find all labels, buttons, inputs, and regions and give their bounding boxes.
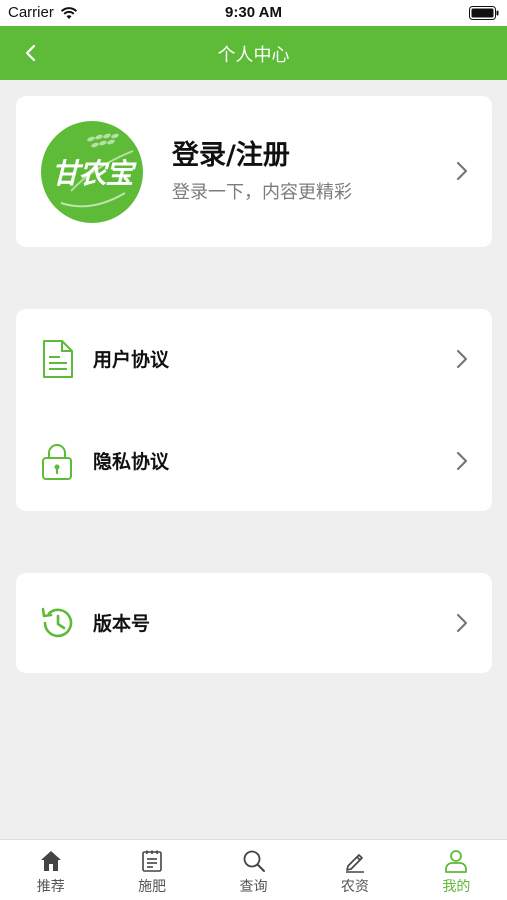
login-card[interactable]: 甘农宝 登录/注册 登录一下，内容更精彩 (16, 96, 492, 247)
logo-text: 甘农宝 (51, 157, 133, 190)
tab-recommend[interactable]: 推荐 (0, 840, 101, 900)
notepad-icon (142, 850, 162, 872)
tab-fertilize[interactable]: 施肥 (101, 840, 202, 900)
agreements-card: 用户协议 隐私协议 (16, 309, 492, 511)
login-register-title[interactable]: 登录/注册 (172, 133, 290, 172)
lock-icon (42, 444, 72, 480)
chevron-right-icon (456, 161, 468, 181)
tab-label: 农资 (340, 879, 369, 895)
tab-label: 推荐 (36, 879, 65, 895)
chevron-right-icon (456, 349, 468, 369)
login-subtitle: 登录一下，内容更精彩 (172, 182, 352, 203)
user-icon (445, 850, 468, 873)
page-title: 个人中心 (217, 45, 290, 66)
version-label: 版本号 (93, 613, 151, 635)
version-card: 版本号 (16, 573, 492, 673)
app-logo: 甘农宝 (41, 121, 143, 223)
status-bar: Carrier 9:30 AM (0, 0, 507, 26)
chevron-right-icon (456, 613, 468, 633)
tab-supplies[interactable]: 农资 (304, 840, 405, 900)
pencil-icon (345, 854, 364, 873)
home-icon (40, 851, 61, 871)
tab-label: 施肥 (138, 879, 167, 895)
document-icon (43, 340, 73, 378)
nav-bar: 个人中心 (0, 26, 507, 80)
tab-mine[interactable]: 我的 (406, 840, 507, 900)
battery-icon (469, 6, 499, 20)
status-time: 9:30 AM (225, 4, 282, 21)
tab-label: 查询 (239, 879, 268, 895)
privacy-agreement-row[interactable]: 隐私协议 (16, 411, 492, 511)
tab-query[interactable]: 查询 (203, 840, 304, 900)
bottom-tab-bar: 推荐 施肥 查询 农资 我的 (0, 839, 507, 900)
user-agreement-row[interactable]: 用户协议 (16, 309, 492, 409)
privacy-agreement-label: 隐私协议 (93, 451, 170, 473)
version-row[interactable]: 版本号 (16, 573, 492, 673)
user-agreement-label: 用户协议 (93, 349, 170, 371)
chevron-right-icon (456, 451, 468, 471)
search-icon (243, 850, 265, 872)
tab-label: 我的 (442, 879, 471, 895)
history-icon (41, 607, 73, 638)
